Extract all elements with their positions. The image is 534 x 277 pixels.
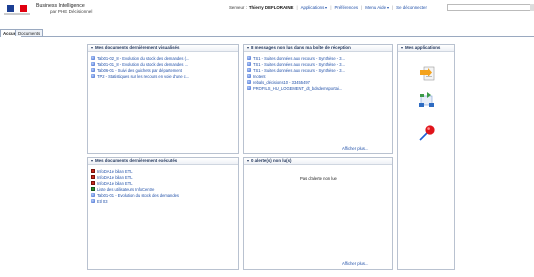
list-item[interactable]: PROFILS_HU_LOGEMENT_dt_bdsdemsportai...: [247, 85, 391, 91]
show-more-link[interactable]: Afficher plus...: [342, 146, 368, 151]
recent-run-portlet: Mes documents dernièrement exécutés Info…: [87, 157, 239, 270]
collapse-icon[interactable]: [247, 159, 249, 162]
collapse-icon[interactable]: [247, 46, 249, 49]
item-label: TS1 - Suites données aux recours - Synth…: [253, 55, 345, 61]
document-list: Tab01-02_8 - Evolution du stock des dema…: [91, 55, 237, 79]
document-icon: [247, 56, 251, 60]
search-input[interactable]: [447, 4, 531, 11]
list-item[interactable]: Etl 03: [91, 198, 237, 204]
document-icon: [91, 74, 95, 78]
top-navigation: Serveur : Thierry DEFLORAINE | Applicati…: [229, 4, 427, 11]
applications-portlet: Mes applications: [397, 44, 455, 270]
separator: |: [296, 5, 298, 10]
header: Business Intelligence par PHE Décisionne…: [0, 0, 534, 20]
app-subtitle: par PHE Décisionnel: [50, 9, 93, 14]
portlet-header[interactable]: Mes applications: [398, 45, 454, 52]
spreadsheet-icon: [91, 187, 95, 191]
publication-icon[interactable]: [417, 91, 437, 109]
item-label: TS1 - Suites données aux recours - Synth…: [253, 61, 345, 67]
item-label: Inotent: [253, 73, 266, 79]
document-icon: [91, 68, 95, 72]
item-label: Tab01-01 - Evolution du stock des demand…: [97, 192, 179, 198]
tab-bar: Accueil Documents: [0, 29, 534, 37]
pdf-icon: [91, 175, 95, 179]
flag-icon: [7, 5, 28, 12]
applications-menu[interactable]: Applications: [301, 5, 328, 10]
item-label: Tab01-02_8 - Evolution du stock des dema…: [97, 55, 190, 61]
portlet-header[interactable]: 8 messages non lus dans ma boîte de réce…: [244, 45, 392, 52]
preferences-link[interactable]: Préférences: [334, 5, 358, 10]
item-label: PROFILS_HU_LOGEMENT_dt_bdsdemsportai...: [253, 85, 343, 91]
separator: |: [361, 5, 363, 10]
help-menu-label: Menu Aide: [365, 5, 387, 10]
document-icon: [91, 62, 95, 66]
document-icon: [247, 68, 251, 72]
logo-caption: [4, 13, 30, 15]
item-label: Tab06-01 - Suivi des guichets par départ…: [97, 67, 182, 73]
search-button[interactable]: [530, 4, 534, 11]
separator: |: [330, 5, 332, 10]
separator: |: [392, 5, 394, 10]
item-label: TP2 - Statistiques sur les recours en vo…: [97, 73, 190, 79]
item-label: InfoDA1e bilan ETL: [97, 168, 133, 174]
pdf-icon: [91, 169, 95, 173]
push-pin-icon[interactable]: [417, 124, 437, 142]
document-icon: [247, 86, 251, 90]
recent-viewed-portlet: Mes documents dernièrement visualisés Ta…: [87, 44, 239, 154]
item-label: InfoDA1e bilan ETL: [97, 174, 133, 180]
logo: [4, 4, 30, 16]
portlet-header[interactable]: Mes documents dernièrement exécutés: [88, 158, 238, 165]
portlet-title: Mes documents dernièrement visualisés: [95, 45, 180, 50]
help-menu[interactable]: Menu Aide: [365, 5, 390, 10]
document-icon: [247, 62, 251, 66]
item-label: rebals_décisions10 - 33455497: [253, 79, 310, 85]
collapse-icon[interactable]: [91, 46, 93, 49]
document-icon: [247, 80, 251, 84]
document-icon: [91, 199, 95, 203]
pdf-icon: [91, 181, 95, 185]
portlet-header[interactable]: Mes documents dernièrement visualisés: [88, 45, 238, 52]
document-list: InfoDA1e bilan ETL InfoDA1e bilan ETL In…: [91, 168, 237, 204]
item-label: Etl 03: [97, 198, 108, 204]
portlet-title: 8 messages non lus dans ma boîte de réce…: [251, 45, 351, 50]
applications-menu-label: Applications: [300, 5, 325, 10]
message-list: TS1 - Suites données aux recours - Synth…: [247, 55, 391, 91]
chevron-down-icon: [387, 6, 390, 9]
item-label: Liste des utilisateurs InfoCentre: [97, 186, 155, 192]
portlet-title: 0 alerte(s) non lu(s): [251, 158, 292, 163]
list-item[interactable]: TP2 - Statistiques sur les recours en vo…: [91, 73, 237, 79]
portlet-header[interactable]: 0 alerte(s) non lu(s): [244, 158, 392, 165]
item-label: InfoDA1e bilan ETL: [97, 180, 133, 186]
import-document-icon[interactable]: [417, 64, 437, 82]
show-more-link[interactable]: Afficher plus...: [342, 261, 368, 266]
document-icon: [247, 74, 251, 78]
tab-documents[interactable]: Documents: [15, 29, 44, 36]
item-label: Tab01-01_8 - Evolution du stock des dema…: [97, 61, 189, 67]
portlet-title: Mes documents dernièrement exécutés: [95, 158, 178, 163]
document-icon: [91, 193, 95, 197]
document-icon: [91, 56, 95, 60]
empty-alerts-message: Pas d'alerte non lue: [300, 176, 337, 181]
collapse-icon[interactable]: [91, 159, 93, 162]
user-name: Thierry DEFLORAINE: [248, 5, 294, 10]
collapse-icon[interactable]: [401, 46, 403, 49]
chevron-down-icon: [325, 6, 328, 9]
server-label: Serveur :: [229, 5, 247, 10]
alerts-portlet: 0 alerte(s) non lu(s) Pas d'alerte non l…: [243, 157, 393, 270]
inbox-portlet: 8 messages non lus dans ma boîte de réce…: [243, 44, 393, 154]
portlet-title: Mes applications: [405, 45, 441, 50]
item-label: TS1 - Suites données aux recours - Synth…: [253, 67, 345, 73]
logout-link[interactable]: Se déconnecter: [396, 5, 427, 10]
